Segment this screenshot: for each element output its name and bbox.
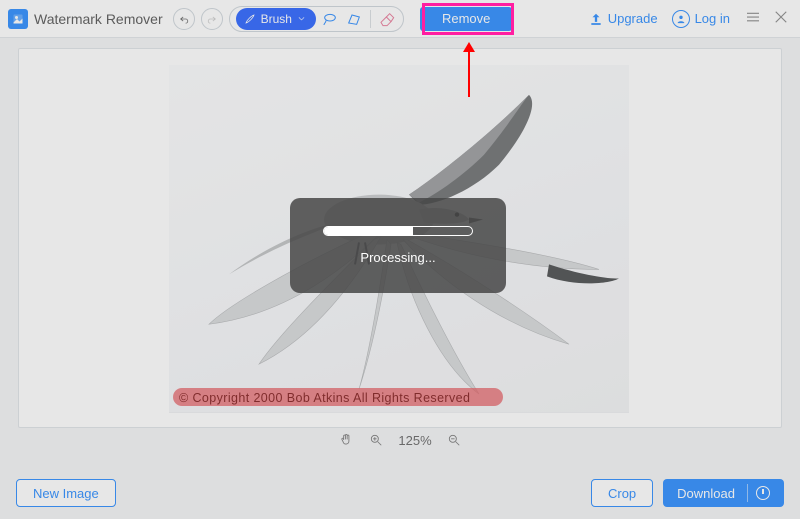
divider: [370, 10, 371, 28]
divider: [747, 484, 748, 502]
progress-fill: [324, 227, 413, 235]
close-window-button[interactable]: [770, 6, 792, 31]
crop-label: Crop: [608, 486, 636, 501]
progress-bar: [323, 226, 473, 236]
zoom-toolbar: 125%: [0, 432, 800, 448]
brush-label: Brush: [261, 12, 292, 26]
remove-label: Remove: [442, 11, 490, 26]
hamburger-icon: [744, 8, 762, 26]
upload-icon: [589, 12, 603, 26]
close-icon: [772, 8, 790, 26]
download-label: Download: [677, 486, 735, 501]
lasso-icon: [322, 11, 338, 27]
hand-tool-button[interactable]: [338, 432, 354, 448]
hand-icon: [339, 433, 353, 447]
redo-button[interactable]: [201, 8, 223, 30]
top-toolbar: Watermark Remover Brush Remove Upgrade: [0, 0, 800, 38]
watermark-text: © Copyright 2000 Bob Atkins All Rights R…: [179, 391, 470, 405]
login-label: Log in: [695, 11, 730, 26]
remove-button[interactable]: Remove: [420, 7, 512, 31]
new-image-button[interactable]: New Image: [16, 479, 116, 507]
upgrade-label: Upgrade: [608, 11, 658, 26]
zoom-in-icon: [369, 433, 383, 447]
redo-icon: [207, 14, 217, 24]
menu-button[interactable]: [742, 6, 764, 31]
chevron-down-icon: [297, 14, 306, 23]
zoom-level: 125%: [398, 433, 431, 448]
eraser-icon: [379, 11, 395, 27]
crop-button[interactable]: Crop: [591, 479, 653, 507]
zoom-out-button[interactable]: [446, 432, 462, 448]
zoom-in-button[interactable]: [368, 432, 384, 448]
lasso-tool-button[interactable]: [320, 9, 340, 29]
footer: New Image Crop Download: [0, 467, 800, 519]
new-image-label: New Image: [33, 486, 99, 501]
app-logo-icon: [8, 9, 28, 29]
app-title: Watermark Remover: [34, 11, 163, 27]
download-button[interactable]: Download: [663, 479, 784, 507]
processing-label: Processing...: [360, 250, 435, 265]
brush-icon: [244, 13, 256, 25]
polygon-tool-button[interactable]: [344, 9, 364, 29]
zoom-out-icon: [447, 433, 461, 447]
processing-dialog: Processing...: [290, 198, 506, 293]
user-icon: [672, 10, 690, 28]
undo-button[interactable]: [173, 8, 195, 30]
upgrade-button[interactable]: Upgrade: [589, 11, 658, 26]
tool-group: Brush: [229, 6, 404, 32]
brush-tool-button[interactable]: Brush: [236, 8, 316, 30]
polygon-icon: [346, 11, 362, 27]
login-button[interactable]: Log in: [672, 10, 730, 28]
eraser-tool-button[interactable]: [377, 9, 397, 29]
undo-icon: [179, 14, 189, 24]
history-icon: [756, 486, 770, 500]
